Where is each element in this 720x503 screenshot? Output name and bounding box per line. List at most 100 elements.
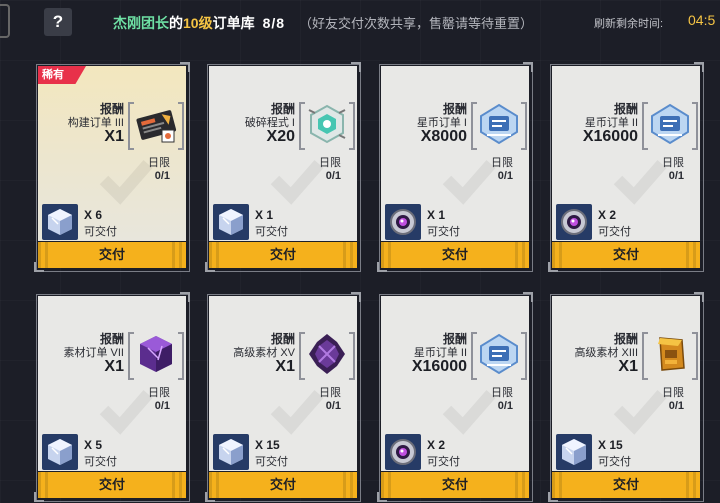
daily-limit-value: 0/1 (497, 400, 513, 412)
deliverable-status: 可交付 (598, 456, 631, 468)
refresh-timer: 04:5 (688, 12, 716, 28)
deliverable-status: 可交付 (84, 226, 117, 238)
deliverable-status: 可交付 (255, 456, 288, 468)
cube-crystal-icon[interactable] (42, 434, 78, 470)
check-watermark-icon (96, 150, 156, 210)
deliver-button-label: 交付 (435, 247, 474, 262)
daily-limit-value: 0/1 (668, 170, 684, 182)
corner-decoration (180, 292, 190, 302)
back-button[interactable] (0, 4, 10, 38)
check-watermark-icon (267, 150, 327, 210)
corner-decoration (694, 62, 704, 72)
reward-quantity: X1 (618, 358, 638, 375)
star-coin-ticket-icon[interactable] (477, 332, 521, 376)
deliver-button[interactable]: 交付 (381, 472, 529, 498)
deliverable-status: 可交付 (427, 226, 460, 238)
order-card: 报酬 破碎程式 I X20 日限 0/1 X 1 可交付 交付 (205, 62, 361, 272)
reward-quantity: X1 (104, 358, 124, 375)
required-quantity: X 15 (255, 438, 280, 452)
gold-box-icon[interactable] (648, 332, 692, 376)
title-of: 的 (169, 15, 183, 31)
cube-crystal-icon[interactable] (213, 434, 249, 470)
question-icon: ? (52, 12, 64, 31)
daily-limit-label: 日限 (148, 387, 170, 399)
card-body: 报酬 破碎程式 I X20 日限 0/1 X 1 可交付 (209, 66, 357, 241)
check-watermark-icon (610, 150, 670, 210)
purple-cube-icon[interactable] (134, 332, 178, 376)
card-body: 稀有 报酬 构建订单 III X1 日限 0/1 X 6 可交付 (38, 66, 186, 241)
required-quantity: X 6 (84, 208, 103, 222)
check-watermark-icon (96, 380, 156, 440)
top-bar: ? 杰刚团长的10级订单库 8/8 （好友交付次数共享，售罄请等待重置） 刷新剩余时… (0, 0, 720, 44)
cube-crystal-icon[interactable] (556, 434, 592, 470)
order-card: 报酬 高级素材 XIII X1 日限 0/1 X 15 可交付 交付 (548, 292, 704, 502)
order-card: 报酬 高级素材 XV X1 日限 0/1 X 15 可交付 交付 (205, 292, 361, 502)
corner-decoration (34, 492, 44, 502)
deliver-button[interactable]: 交付 (38, 472, 186, 498)
purple-orb-icon[interactable] (385, 204, 421, 240)
order-card: 稀有 报酬 构建订单 III X1 日限 0/1 X 6 可交付 交付 (34, 62, 190, 272)
deliver-button[interactable]: 交付 (552, 472, 700, 498)
star-coin-ticket-icon[interactable] (477, 102, 521, 146)
order-card: 报酬 素材订单 VII X1 日限 0/1 X 5 可交付 交付 (34, 292, 190, 502)
reward-quantity: X1 (104, 128, 124, 145)
daily-limit-label: 日限 (148, 157, 170, 169)
reward-quantity: X16000 (582, 128, 638, 145)
deliver-button[interactable]: 交付 (381, 242, 529, 268)
share-note: （好友交付次数共享，售罄请等待重置） (299, 16, 534, 31)
order-card: 报酬 星币订单 II X16000 日限 0/1 X 2 可交付 交付 (377, 292, 533, 502)
corner-decoration (694, 292, 704, 302)
order-card-icon[interactable] (134, 102, 178, 146)
card-body: 报酬 星币订单 I X8000 日限 0/1 X 1 可交付 (381, 66, 529, 241)
required-quantity: X 2 (598, 208, 617, 222)
daily-limit-value: 0/1 (668, 400, 684, 412)
daily-limit-label: 日限 (319, 387, 341, 399)
dark-crystal-icon[interactable] (305, 332, 349, 376)
corner-decoration (351, 62, 361, 72)
star-coin-ticket-icon[interactable] (648, 102, 692, 146)
deliver-button[interactable]: 交付 (38, 242, 186, 268)
refresh-label: 刷新剩余时间: (594, 18, 664, 30)
page-title: 杰刚团长的10级订单库 8/8 （好友交付次数共享，售罄请等待重置） (113, 13, 533, 33)
help-button[interactable]: ? (44, 8, 72, 36)
order-card: 报酬 星币订单 II X16000 日限 0/1 X 2 可交付 交付 (548, 62, 704, 272)
card-body: 报酬 素材订单 VII X1 日限 0/1 X 5 可交付 (38, 296, 186, 471)
card-body: 报酬 高级素材 XV X1 日限 0/1 X 15 可交付 (209, 296, 357, 471)
cube-crystal-icon[interactable] (213, 204, 249, 240)
check-watermark-icon (439, 380, 499, 440)
deliver-button-label: 交付 (263, 247, 302, 262)
order-count: 8/8 (262, 15, 286, 31)
deliver-button-label: 交付 (92, 247, 131, 262)
daily-limit-label: 日限 (662, 387, 684, 399)
purple-orb-icon[interactable] (556, 204, 592, 240)
reward-quantity: X8000 (420, 128, 467, 145)
required-quantity: X 15 (598, 438, 623, 452)
deliverable-status: 可交付 (427, 456, 460, 468)
deliver-button[interactable]: 交付 (209, 472, 357, 498)
corner-decoration (351, 292, 361, 302)
deliver-button[interactable]: 交付 (209, 242, 357, 268)
daily-limit-value: 0/1 (325, 400, 341, 412)
hex-chip-icon[interactable] (305, 102, 349, 146)
order-card: 报酬 星币订单 I X8000 日限 0/1 X 1 可交付 交付 (377, 62, 533, 272)
bracket-right (692, 332, 698, 380)
purple-orb-icon[interactable] (385, 434, 421, 470)
owner-name: 杰刚团长 (113, 15, 169, 31)
corner-decoration (548, 492, 558, 502)
corner-decoration (523, 62, 533, 72)
title-suffix: 订单库 (212, 15, 255, 31)
daily-limit-label: 日限 (491, 387, 513, 399)
deliverable-status: 可交付 (598, 226, 631, 238)
bracket-right (178, 102, 184, 150)
daily-limit-value: 0/1 (154, 400, 170, 412)
bracket-right (349, 332, 355, 380)
required-quantity: X 1 (255, 208, 274, 222)
deliver-button-label: 交付 (263, 477, 302, 492)
corner-decoration (180, 62, 190, 72)
reward-quantity: X1 (275, 358, 295, 375)
cube-crystal-icon[interactable] (42, 204, 78, 240)
daily-limit-label: 日限 (662, 157, 684, 169)
deliver-button-label: 交付 (92, 477, 131, 492)
card-body: 报酬 星币订单 II X16000 日限 0/1 X 2 可交付 (381, 296, 529, 471)
deliver-button[interactable]: 交付 (552, 242, 700, 268)
